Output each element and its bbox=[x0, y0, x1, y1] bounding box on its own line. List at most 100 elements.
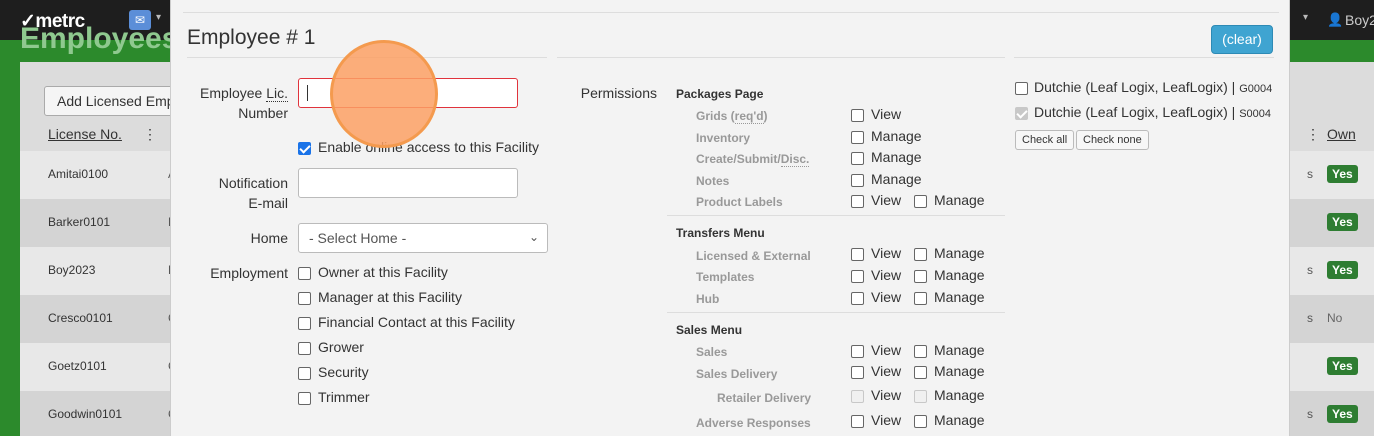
user-menu[interactable]: Boy2 bbox=[1345, 12, 1374, 28]
manage-label[interactable]: Manage bbox=[934, 363, 985, 379]
add-licensed-employee-button[interactable]: Add Licensed Employee bbox=[44, 86, 184, 116]
notification-email-label: Notification E-mail bbox=[191, 173, 288, 213]
label-text: Grids ( bbox=[696, 109, 735, 123]
view-label[interactable]: View bbox=[871, 412, 901, 428]
manage-label[interactable]: Manage bbox=[934, 245, 985, 261]
view-label[interactable]: View bbox=[871, 363, 901, 379]
view-label[interactable]: View bbox=[871, 289, 901, 305]
perm-hub-label: Hub bbox=[696, 292, 720, 306]
home-select-value: - Select Home - bbox=[309, 230, 407, 246]
abbr-text: Disc. bbox=[780, 152, 810, 167]
modal-title: Employee # 1 bbox=[187, 26, 316, 49]
hub-view-checkbox[interactable] bbox=[851, 292, 864, 305]
facility-label-g0004[interactable]: Dutchie (Leaf Logix, LeafLogix) | G0004 bbox=[1034, 79, 1272, 95]
notification-email-input[interactable] bbox=[298, 168, 518, 198]
column-menu-icon[interactable]: ⋮ bbox=[143, 126, 157, 143]
truncated-cell: s bbox=[1307, 263, 1313, 277]
divider bbox=[667, 215, 1005, 216]
home-label: Home bbox=[250, 230, 288, 246]
facility-checkbox-g0004[interactable] bbox=[1015, 82, 1028, 95]
product-labels-view-checkbox[interactable] bbox=[851, 195, 864, 208]
hub-manage-checkbox[interactable] bbox=[914, 292, 927, 305]
check-all-button[interactable]: Check all bbox=[1015, 130, 1075, 150]
licensed-external-view-checkbox[interactable] bbox=[851, 248, 864, 261]
manage-label[interactable]: Manage bbox=[934, 267, 985, 283]
perm-notes-label: Notes bbox=[696, 174, 730, 188]
sales-delivery-view-checkbox[interactable] bbox=[851, 366, 864, 379]
person-icon[interactable]: 👤 bbox=[1327, 12, 1343, 28]
view-label[interactable]: View bbox=[871, 106, 901, 122]
divider bbox=[667, 312, 1005, 313]
perm-grids-label: Grids (req'd) bbox=[696, 109, 768, 124]
templates-manage-checkbox[interactable] bbox=[914, 270, 927, 283]
create-manage-checkbox[interactable] bbox=[851, 152, 864, 165]
licensed-external-manage-checkbox[interactable] bbox=[914, 248, 927, 261]
column-header-own[interactable]: Own bbox=[1327, 126, 1356, 142]
owner-label[interactable]: Owner at this Facility bbox=[318, 264, 448, 280]
chevron-down-icon: ⌄ bbox=[528, 230, 539, 244]
license-cell: Cresco0101 bbox=[48, 311, 113, 325]
divider bbox=[557, 57, 1005, 58]
view-label[interactable]: View bbox=[871, 387, 901, 403]
perm-sales-label: Sales bbox=[696, 345, 728, 359]
manage-label[interactable]: Manage bbox=[871, 171, 922, 187]
facility-label-s0004[interactable]: Dutchie (Leaf Logix, LeafLogix) | S0004 bbox=[1034, 104, 1271, 120]
license-cell: Amitai0100 bbox=[48, 167, 109, 181]
own-badge: Yes bbox=[1327, 165, 1358, 183]
security-label[interactable]: Security bbox=[318, 364, 369, 380]
manage-label[interactable]: Manage bbox=[934, 289, 985, 305]
manage-label[interactable]: Manage bbox=[934, 342, 985, 358]
label-text: Number bbox=[238, 105, 288, 121]
label-text: E-mail bbox=[248, 195, 288, 211]
view-label[interactable]: View bbox=[871, 245, 901, 261]
manager-label[interactable]: Manager at this Facility bbox=[318, 289, 462, 305]
click-highlight-indicator bbox=[330, 40, 438, 148]
trimmer-checkbox[interactable] bbox=[298, 392, 311, 405]
financial-contact-checkbox[interactable] bbox=[298, 317, 311, 330]
home-select[interactable]: - Select Home - ⌄ bbox=[298, 223, 548, 253]
owner-checkbox[interactable] bbox=[298, 267, 311, 280]
financial-contact-label[interactable]: Financial Contact at this Facility bbox=[318, 314, 515, 330]
product-labels-manage-checkbox[interactable] bbox=[914, 195, 927, 208]
enable-online-access-label[interactable]: Enable online access to this Facility bbox=[318, 139, 539, 155]
security-checkbox[interactable] bbox=[298, 367, 311, 380]
transfers-section-title: Transfers Menu bbox=[676, 226, 765, 240]
trimmer-label[interactable]: Trimmer bbox=[318, 389, 370, 405]
manage-label[interactable]: Manage bbox=[934, 387, 985, 403]
retailer-delivery-view-checkbox[interactable] bbox=[851, 390, 864, 403]
own-badge: Yes bbox=[1327, 405, 1358, 423]
license-cell: Boy2023 bbox=[48, 263, 96, 277]
view-label[interactable]: View bbox=[871, 342, 901, 358]
perm-adverse-responses-label: Adverse Responses bbox=[696, 416, 811, 430]
templates-view-checkbox[interactable] bbox=[851, 270, 864, 283]
manage-label[interactable]: Manage bbox=[934, 412, 985, 428]
sales-delivery-manage-checkbox[interactable] bbox=[914, 366, 927, 379]
abbr-text: Lic. bbox=[266, 85, 288, 102]
sales-view-checkbox[interactable] bbox=[851, 345, 864, 358]
manager-checkbox[interactable] bbox=[298, 292, 311, 305]
manage-label[interactable]: Manage bbox=[934, 192, 985, 208]
grower-checkbox[interactable] bbox=[298, 342, 311, 355]
sales-manage-checkbox[interactable] bbox=[914, 345, 927, 358]
check-none-button[interactable]: Check none bbox=[1076, 130, 1149, 150]
manage-label[interactable]: Manage bbox=[871, 128, 922, 144]
inventory-manage-checkbox[interactable] bbox=[851, 131, 864, 144]
adverse-responses-view-checkbox[interactable] bbox=[851, 415, 864, 428]
retailer-delivery-manage-checkbox[interactable] bbox=[914, 390, 927, 403]
notes-manage-checkbox[interactable] bbox=[851, 174, 864, 187]
own-badge: Yes bbox=[1327, 357, 1358, 375]
chevron-down-icon[interactable]: ▾ bbox=[1303, 12, 1308, 23]
grids-view-checkbox[interactable] bbox=[851, 109, 864, 122]
facility-checkbox-s0004[interactable] bbox=[1015, 107, 1028, 120]
view-label[interactable]: View bbox=[871, 267, 901, 283]
view-label[interactable]: View bbox=[871, 192, 901, 208]
column-header-license[interactable]: License No. bbox=[48, 126, 122, 142]
enable-online-access-checkbox[interactable] bbox=[298, 142, 311, 155]
packages-section-title: Packages Page bbox=[676, 87, 764, 101]
column-menu-icon[interactable]: ⋮ bbox=[1306, 126, 1320, 143]
adverse-responses-manage-checkbox[interactable] bbox=[914, 415, 927, 428]
clear-button[interactable]: (clear) bbox=[1211, 25, 1273, 54]
truncated-cell: s bbox=[1307, 407, 1313, 421]
manage-label[interactable]: Manage bbox=[871, 149, 922, 165]
grower-label[interactable]: Grower bbox=[318, 339, 364, 355]
